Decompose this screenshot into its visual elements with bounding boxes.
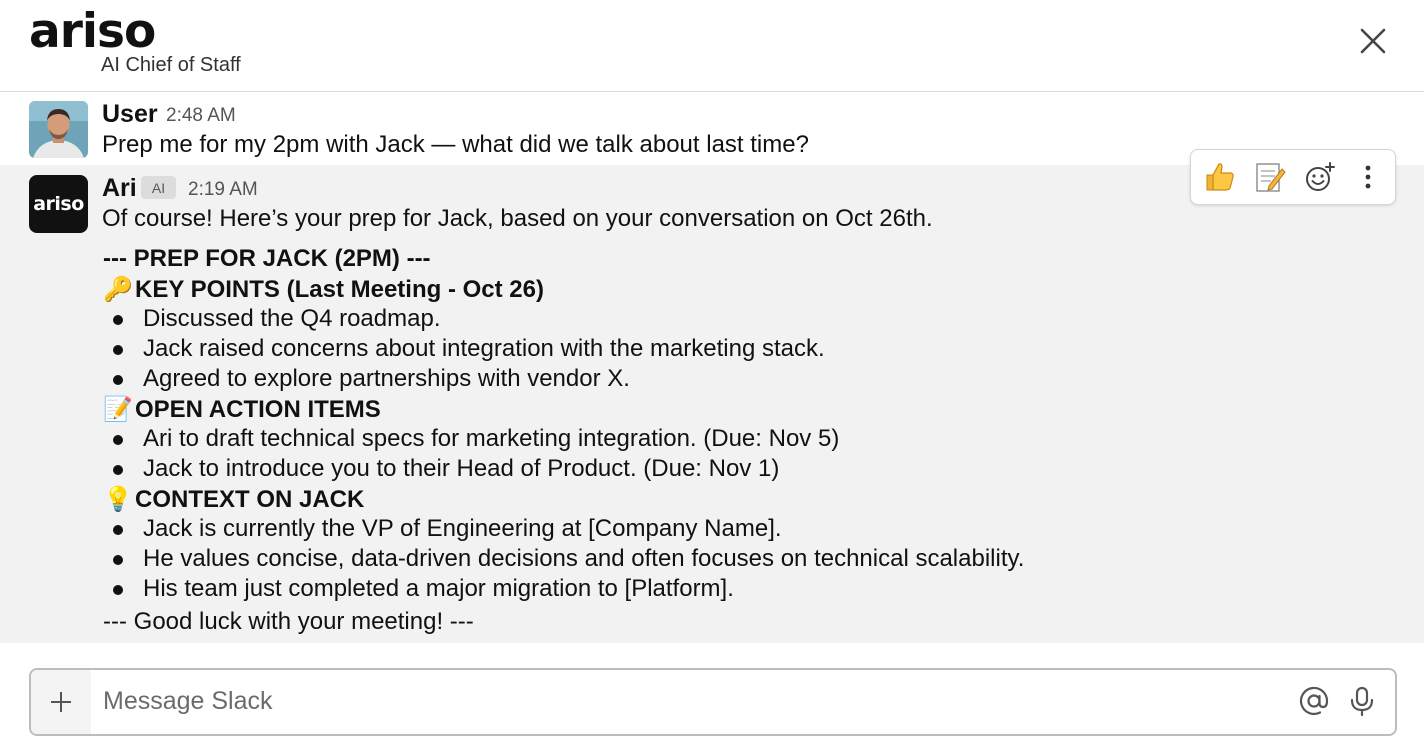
memo-icon[interactable] (1251, 158, 1289, 196)
more-options-icon[interactable] (1349, 158, 1387, 196)
thumbs-up-icon[interactable] (1201, 158, 1239, 196)
prep-header: --- PREP FOR JACK (2PM) --- (103, 245, 431, 272)
list-item: Jack raised concerns about integration w… (143, 335, 825, 362)
bullet-icon (113, 345, 123, 355)
ari-name[interactable]: Ari (102, 174, 137, 203)
list-item: His team just completed a major migratio… (143, 575, 734, 602)
bullet-icon (113, 435, 123, 445)
message-input[interactable]: Message Slack (103, 687, 273, 716)
list-item: Ari to draft technical specs for marketi… (143, 425, 840, 452)
bullet-icon (113, 465, 123, 475)
memo-icon: 📝 (103, 396, 133, 423)
bullet-icon (113, 585, 123, 595)
close-icon[interactable] (1352, 20, 1394, 62)
microphone-icon[interactable] (1345, 684, 1379, 718)
lightbulb-icon: 💡 (103, 486, 133, 513)
bullet-icon (113, 315, 123, 325)
message-actions-toolbar (1190, 149, 1396, 205)
list-item: Jack is currently the VP of Engineering … (143, 515, 782, 542)
section-title-context-on-jack: 💡CONTEXT ON JACK (103, 486, 365, 513)
plus-icon[interactable] (31, 670, 91, 734)
bullet-icon (113, 375, 123, 385)
app-subtitle: AI Chief of Staff (101, 54, 241, 76)
mention-icon[interactable] (1297, 684, 1331, 718)
ai-badge: AI (141, 176, 176, 199)
section-title-open-action-items: 📝OPEN ACTION ITEMS (103, 396, 381, 423)
ari-avatar[interactable]: ariso (29, 175, 88, 233)
list-item: Agreed to explore partnerships with vend… (143, 365, 630, 392)
user-avatar[interactable] (29, 101, 88, 158)
message-composer: Message Slack (29, 668, 1397, 736)
app-header: ariso AI Chief of Staff (0, 0, 1424, 92)
bullet-icon (113, 555, 123, 565)
ari-intro-text: Of course! Here’s your prep for Jack, ba… (102, 205, 933, 232)
add-reaction-icon[interactable] (1301, 158, 1339, 196)
key-icon: 🔑 (103, 276, 133, 303)
ari-timestamp[interactable]: 2:19 AM (188, 179, 258, 201)
ariso-logo: ariso (29, 4, 156, 59)
list-item: Discussed the Q4 roadmap. (143, 305, 441, 332)
section-title-key-points: 🔑KEY POINTS (Last Meeting - Oct 26) (103, 276, 544, 303)
bullet-icon (113, 525, 123, 535)
prep-footer: --- Good luck with your meeting! --- (103, 608, 474, 635)
list-item: He values concise, data-driven decisions… (143, 545, 1025, 572)
list-item: Jack to introduce you to their Head of P… (143, 455, 780, 482)
user-name[interactable]: User (102, 100, 158, 129)
user-message-text: Prep me for my 2pm with Jack — what did … (102, 131, 809, 158)
user-timestamp[interactable]: 2:48 AM (166, 105, 236, 127)
